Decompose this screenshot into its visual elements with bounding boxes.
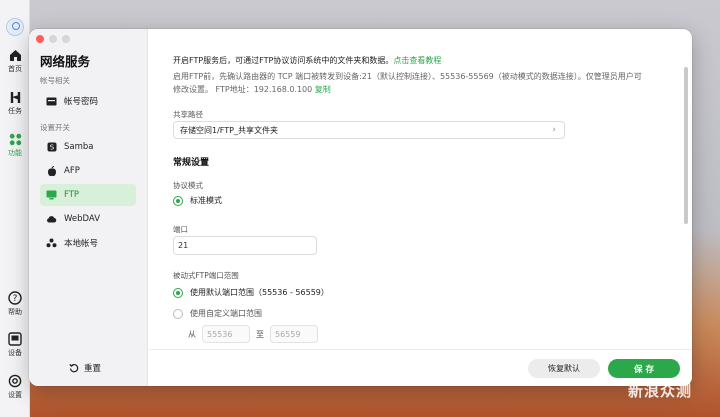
scrollbar[interactable] bbox=[684, 67, 688, 224]
apple-icon bbox=[46, 165, 57, 177]
watermark: 新浪众测 bbox=[628, 382, 693, 400]
rail-item-home[interactable]: 首页 bbox=[0, 49, 30, 74]
sidebar-item-label: AFP bbox=[64, 166, 80, 176]
port-value: 21 bbox=[178, 241, 189, 250]
help-icon: ? bbox=[8, 291, 22, 305]
intro-line: 开启FTP服务后，可通过FTP协议访问系统中的文件夹和数据。 bbox=[173, 56, 394, 65]
radio-selected-icon bbox=[173, 287, 183, 298]
port-input[interactable]: 21 bbox=[173, 236, 317, 255]
svg-text:S: S bbox=[49, 144, 54, 152]
section-title-general: 常规设置 bbox=[173, 158, 210, 168]
sidebar-item-label: 帐号密码 bbox=[64, 97, 99, 107]
rail-item-tasks[interactable]: 任务 bbox=[0, 91, 30, 116]
rail-label: 设备 bbox=[8, 349, 22, 357]
port-label: 端口 bbox=[173, 225, 188, 234]
sidebar-item-account-password[interactable]: 帐号密码 bbox=[40, 90, 136, 112]
range-from-label: 从 bbox=[188, 329, 196, 339]
sidebar-item-label: FTP bbox=[64, 190, 80, 200]
protocol-standard-radio[interactable]: 标准模式 bbox=[173, 195, 222, 206]
sidebar-title: 网络服务 bbox=[40, 54, 91, 69]
svg-text:?: ? bbox=[13, 294, 18, 304]
minimize-window-button[interactable] bbox=[49, 35, 57, 43]
custom-range-row: 从 55536 至 56559 bbox=[188, 325, 318, 343]
chevron-right-icon: › bbox=[552, 125, 556, 135]
rail-item-device[interactable]: 设备 bbox=[0, 332, 30, 358]
passive-default-radio[interactable]: 使用默认端口范围（55536 - 56559） bbox=[173, 287, 329, 298]
app-rail: 首页 任务 功能 ? 帮助 设备 设置 bbox=[0, 0, 30, 417]
sidebar-item-afp[interactable]: AFP bbox=[40, 160, 136, 182]
avatar[interactable] bbox=[6, 18, 24, 36]
sidebar-item-label: WebDAV bbox=[64, 214, 101, 224]
sidebar: 网络服务 帐号相关 帐号密码 设置开关 S Samba AFP FTP WebD… bbox=[29, 29, 148, 386]
rail-item-help[interactable]: ? 帮助 bbox=[0, 291, 30, 317]
sidebar-item-local-accounts[interactable]: 本地帐号 bbox=[40, 232, 136, 254]
ftp-icon bbox=[46, 190, 57, 201]
maximize-window-button[interactable] bbox=[62, 35, 70, 43]
group-label-settings: 设置开关 bbox=[40, 123, 70, 132]
intro-details: 启用FTP前，先确认路由器的 TCP 端口被转发到设备:21（默认控制连接）、5… bbox=[173, 70, 643, 96]
rail-label: 首页 bbox=[8, 65, 22, 73]
rail-item-settings[interactable]: 设置 bbox=[0, 374, 30, 400]
cloud-icon bbox=[46, 214, 57, 225]
range-to-label: 至 bbox=[256, 329, 264, 339]
protocol-standard-label: 标准模式 bbox=[190, 196, 222, 205]
reset-button[interactable]: 重置 bbox=[69, 362, 101, 374]
device-icon bbox=[8, 332, 22, 346]
reset-icon bbox=[69, 363, 79, 373]
sidebar-item-samba[interactable]: S Samba bbox=[40, 136, 136, 158]
apps-icon bbox=[9, 133, 21, 146]
intro-detail-text: 启用FTP前，先确认路由器的 TCP 端口被转发到设备:21（默认控制连接）、5… bbox=[173, 72, 642, 94]
tutorial-link[interactable]: 点击查看教程 bbox=[393, 56, 441, 65]
sidebar-item-label: 本地帐号 bbox=[64, 239, 99, 249]
range-from-value: 55536 bbox=[207, 329, 233, 339]
users-icon bbox=[46, 238, 57, 249]
radio-unselected-icon bbox=[173, 308, 183, 319]
sidebar-item-ftp[interactable]: FTP bbox=[40, 184, 136, 206]
window-controls bbox=[36, 35, 70, 43]
home-icon bbox=[9, 50, 21, 61]
range-from-input[interactable]: 55536 bbox=[202, 325, 250, 343]
passive-custom-radio[interactable]: 使用自定义端口范围 bbox=[173, 308, 262, 319]
rail-label: 帮助 bbox=[8, 308, 22, 316]
share-path-value: 存储空间1/FTP_共享文件夹 bbox=[180, 125, 278, 135]
rail-label: 设置 bbox=[8, 391, 22, 399]
main-panel: 开启FTP服务后，可通过FTP协议访问系统中的文件夹和数据。点击查看教程 启用F… bbox=[149, 29, 692, 386]
radio-selected-icon bbox=[173, 195, 183, 206]
settings-icon bbox=[8, 374, 22, 388]
rail-label: 任务 bbox=[8, 107, 22, 115]
footer-bar: 恢复默认 保 存 bbox=[149, 349, 692, 386]
passive-range-label: 被动式FTP端口范围 bbox=[173, 271, 239, 280]
passive-default-label: 使用默认端口范围（55536 - 56559） bbox=[190, 288, 329, 297]
tasks-icon bbox=[10, 92, 20, 103]
copy-address-link[interactable]: 复制 bbox=[315, 85, 331, 94]
close-window-button[interactable] bbox=[36, 35, 44, 43]
range-to-value: 56559 bbox=[275, 329, 301, 339]
samba-icon: S bbox=[46, 142, 57, 153]
intro-text: 开启FTP服务后，可通过FTP协议访问系统中的文件夹和数据。点击查看教程 bbox=[173, 55, 441, 66]
share-path-label: 共享路径 bbox=[173, 110, 203, 119]
card-icon bbox=[46, 96, 57, 107]
passive-custom-label: 使用自定义端口范围 bbox=[190, 309, 262, 318]
rail-item-apps[interactable]: 功能 bbox=[0, 133, 30, 158]
rail-label: 功能 bbox=[8, 149, 22, 157]
sidebar-item-label: Samba bbox=[64, 142, 94, 152]
sidebar-item-webdav[interactable]: WebDAV bbox=[40, 208, 136, 230]
group-label-account: 帐号相关 bbox=[40, 76, 70, 85]
network-services-window: 网络服务 帐号相关 帐号密码 设置开关 S Samba AFP FTP WebD… bbox=[29, 29, 692, 386]
protocol-mode-label: 协议模式 bbox=[173, 181, 203, 190]
restore-defaults-button[interactable]: 恢复默认 bbox=[528, 359, 600, 378]
share-path-selector[interactable]: 存储空间1/FTP_共享文件夹 › bbox=[173, 121, 565, 139]
range-to-input[interactable]: 56559 bbox=[270, 325, 318, 343]
reset-label: 重置 bbox=[84, 364, 102, 374]
save-button[interactable]: 保 存 bbox=[608, 359, 680, 378]
